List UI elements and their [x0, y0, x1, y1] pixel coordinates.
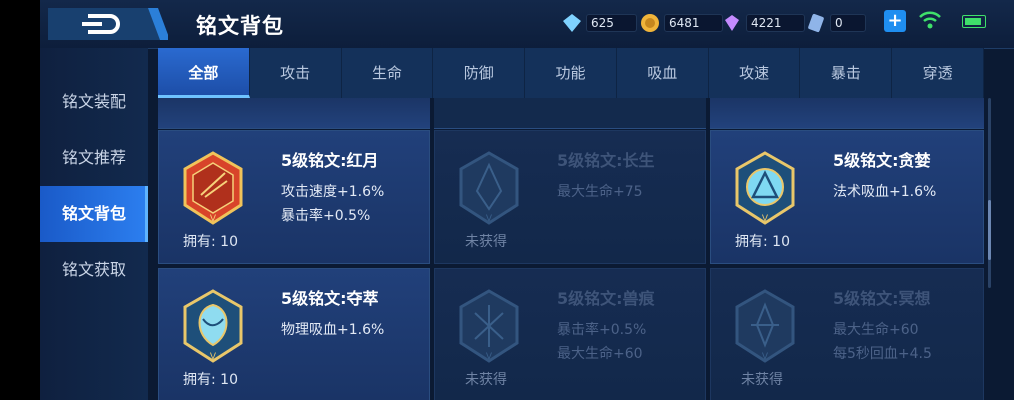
crystal-count: 625 — [586, 14, 637, 32]
tab-all[interactable]: 全部 — [158, 48, 250, 98]
add-currency-button[interactable]: + — [884, 10, 906, 32]
longevity-emblem-icon: V — [459, 151, 519, 225]
screen-edge — [0, 0, 40, 400]
inscription-name: 5级铭文:长生 — [557, 151, 655, 170]
owned-count: 未获得 — [741, 372, 783, 388]
tab-penetration[interactable]: 穿透 — [892, 48, 985, 98]
svg-text:V: V — [486, 214, 493, 224]
inscription-card[interactable]: V 5级铭文:红月 攻击速度+1.6% 暴击率+0.5% 拥有: 10 — [158, 130, 430, 264]
owned-count: 未获得 — [465, 234, 507, 250]
crystal-icon — [563, 14, 581, 32]
meditation-emblem-icon: V — [735, 289, 795, 363]
inscription-card[interactable]: V 5级铭文:贪婪 法术吸血+1.6% 拥有: 10 — [710, 130, 984, 264]
resource-diamond: 4221 — [722, 12, 805, 34]
inscription-stat: 暴击率+0.5% — [281, 208, 371, 224]
partial-card — [434, 98, 706, 129]
svg-text:V: V — [762, 352, 769, 362]
svg-text:V: V — [486, 352, 493, 362]
inscription-stat: 最大生命+60 — [557, 346, 643, 362]
sidebar-item-obtain[interactable]: 铭文获取 — [40, 242, 148, 298]
inscription-stat: 暴击率+0.5% — [557, 322, 647, 338]
tab-attack[interactable]: 攻击 — [250, 48, 342, 98]
owned-count: 拥有: 10 — [183, 234, 238, 250]
inscription-name: 5级铭文:冥想 — [833, 289, 931, 308]
inscription-stat: 法术吸血+1.6% — [833, 184, 937, 200]
resource-gold: 6481 — [640, 12, 723, 34]
beast-mark-emblem-icon: V — [459, 289, 519, 363]
inscription-card[interactable]: V 5级铭文:冥想 最大生命+60 每5秒回血+4.5 未获得 — [710, 268, 984, 400]
tab-health[interactable]: 生命 — [342, 48, 434, 98]
svg-text:V: V — [210, 352, 217, 362]
tab-attack-speed[interactable]: 攻速 — [709, 48, 801, 98]
inscription-card[interactable]: V 5级铭文:兽痕 暴击率+0.5% 最大生命+60 未获得 — [434, 268, 706, 400]
resource-ticket: 0 — [806, 12, 866, 34]
partial-card — [710, 98, 984, 129]
inscription-card[interactable]: V 5级铭文:长生 最大生命+75 未获得 — [434, 130, 706, 264]
page-title: 铭文背包 — [196, 14, 284, 38]
tab-function[interactable]: 功能 — [525, 48, 617, 98]
diamond-count: 4221 — [746, 14, 805, 32]
inscription-card[interactable]: V 5级铭文:夺萃 物理吸血+1.6% 拥有: 10 — [158, 268, 430, 400]
sidebar-item-equip[interactable]: 铭文装配 — [40, 74, 148, 130]
scrollbar-thumb[interactable] — [988, 200, 991, 260]
category-tabs: 全部 攻击 生命 防御 功能 吸血 攻速 暴击 穿透 — [158, 48, 985, 98]
owned-count: 拥有: 10 — [735, 234, 790, 250]
seize-emblem-icon: V — [183, 289, 243, 363]
gold-coin-icon — [641, 14, 659, 32]
owned-count: 未获得 — [465, 372, 507, 388]
sidebar-item-backpack[interactable]: 铭文背包 — [40, 186, 148, 242]
inscription-grid: V 5级铭文:红月 攻击速度+1.6% 暴击率+0.5% 拥有: 10 V 5级… — [158, 98, 984, 400]
back-button[interactable] — [48, 4, 168, 44]
inscription-stat: 攻击速度+1.6% — [281, 184, 385, 200]
owned-count: 拥有: 10 — [183, 372, 238, 388]
diamond-icon — [725, 15, 739, 31]
tab-defense[interactable]: 防御 — [433, 48, 526, 98]
red-moon-emblem-icon: V — [183, 151, 243, 225]
inscription-name: 5级铭文:红月 — [281, 151, 379, 170]
partial-card — [158, 98, 430, 129]
greed-emblem-icon: V — [735, 151, 795, 225]
sidebar-item-recommend[interactable]: 铭文推荐 — [40, 130, 148, 186]
svg-text:V: V — [762, 214, 769, 224]
gold-count: 6481 — [664, 14, 723, 32]
inscription-stat: 最大生命+75 — [557, 184, 643, 200]
inscription-stat: 最大生命+60 — [833, 322, 919, 338]
resource-crystal: 625 — [562, 12, 637, 34]
inscription-stat: 每5秒回血+4.5 — [833, 346, 932, 362]
sidebar: 铭文装配 铭文推荐 铭文背包 铭文获取 — [40, 48, 148, 400]
tab-crit[interactable]: 暴击 — [800, 48, 893, 98]
inscription-name: 5级铭文:夺萃 — [281, 289, 379, 308]
battery-icon — [962, 15, 986, 28]
tab-lifesteal[interactable]: 吸血 — [617, 48, 709, 98]
ticket-count: 0 — [830, 14, 866, 32]
inscription-stat: 物理吸血+1.6% — [281, 322, 385, 338]
inscription-name: 5级铭文:兽痕 — [557, 289, 655, 308]
svg-text:V: V — [210, 214, 217, 224]
inscription-name: 5级铭文:贪婪 — [833, 151, 931, 170]
wifi-icon — [919, 11, 941, 29]
ticket-icon — [808, 13, 824, 33]
top-bar — [40, 0, 1014, 49]
